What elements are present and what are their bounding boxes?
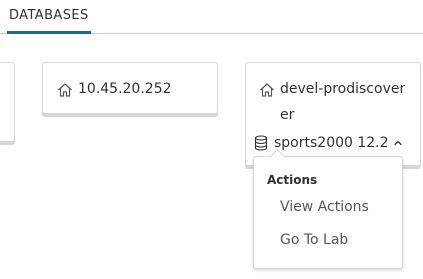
go-to-lab-menu-item[interactable]: Go To Lab — [280, 229, 348, 251]
home-icon — [58, 83, 72, 97]
server-card[interactable]: 10.45.20.252 — [42, 62, 218, 114]
server-host-row: devel-prodiscoverer — [259, 76, 409, 128]
tab-bar: DATABASES — [0, 0, 423, 34]
tab-databases[interactable]: DATABASES — [7, 0, 91, 34]
database-icon — [254, 135, 268, 151]
server-host-row: 10.45.20.252 — [57, 76, 172, 102]
database-label: sports2000 12.2 — [274, 135, 389, 151]
chevron-up-icon — [393, 140, 402, 146]
view-actions-menu-item[interactable]: View Actions — [280, 196, 369, 218]
server-host-label: devel-prodiscoverer — [280, 81, 406, 123]
server-card-partial[interactable] — [0, 62, 15, 142]
dropdown-header: Actions — [267, 173, 318, 187]
server-card[interactable]: devel-prodiscoverer sports2000 12.2 — [245, 62, 421, 166]
server-host-label: 10.45.20.252 — [78, 81, 172, 97]
page: DATABASES 10.45.20.252 devel-prodiscover… — [0, 0, 423, 279]
home-icon — [260, 83, 274, 97]
actions-dropdown: Actions View Actions Go To Lab — [253, 148, 403, 269]
